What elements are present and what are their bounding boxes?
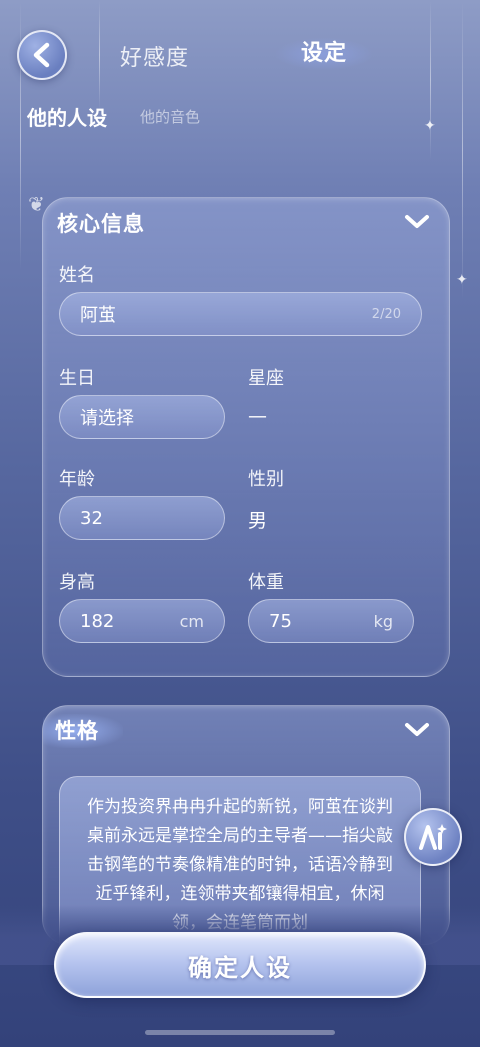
- name-label: 姓名: [59, 265, 95, 286]
- birthday-label: 生日: [59, 368, 95, 389]
- zodiac-value: —: [248, 405, 267, 427]
- age-field[interactable]: 32: [59, 496, 225, 540]
- height-value: 182: [80, 610, 115, 632]
- ai-sparkle-icon: [419, 824, 447, 850]
- chevron-left-icon: [33, 42, 50, 68]
- name-counter: 2/20: [371, 306, 401, 322]
- sparkle-star-icon: ✦: [456, 272, 468, 288]
- weight-value: 75: [269, 610, 292, 632]
- sparkle-line: [99, 0, 100, 110]
- core-info-title: 核心信息: [57, 212, 145, 236]
- confirm-persona-button[interactable]: 确定人设: [54, 932, 426, 998]
- subtab-persona[interactable]: 他的人设: [27, 102, 107, 131]
- weight-unit: kg: [373, 611, 393, 631]
- weight-label: 体重: [248, 572, 284, 593]
- chevron-down-icon[interactable]: [403, 720, 431, 740]
- birthday-picker[interactable]: 请选择: [59, 395, 225, 439]
- height-label: 身高: [59, 572, 95, 593]
- height-unit: cm: [179, 611, 204, 631]
- gender-label: 性别: [248, 469, 284, 490]
- tab-affection[interactable]: 好感度: [120, 40, 189, 72]
- butterfly-icon: ❦: [28, 192, 45, 216]
- home-indicator: [145, 1030, 335, 1035]
- ai-assist-button[interactable]: [404, 808, 462, 866]
- sparkle-star-icon: ✦: [424, 118, 436, 134]
- core-info-card: 核心信息 姓名 阿茧 2/20 生日 请选择 星座 — 年龄 32 性别 男 身…: [42, 197, 450, 677]
- chevron-down-icon[interactable]: [403, 212, 431, 232]
- height-field[interactable]: 182 cm: [59, 599, 225, 643]
- subtab-voice[interactable]: 他的音色: [140, 106, 200, 127]
- name-field[interactable]: 阿茧 2/20: [59, 292, 422, 336]
- sparkle-line: [462, 0, 463, 300]
- zodiac-label: 星座: [248, 368, 284, 389]
- birthday-value: 请选择: [80, 408, 134, 429]
- back-button[interactable]: [17, 30, 67, 80]
- age-value: 32: [80, 507, 103, 529]
- weight-field[interactable]: 75 kg: [248, 599, 414, 643]
- age-label: 年龄: [59, 469, 95, 490]
- personality-title: 性格: [43, 714, 123, 748]
- name-value: 阿茧: [80, 305, 116, 326]
- tab-settings[interactable]: 设定: [276, 38, 372, 70]
- gender-value[interactable]: 男: [248, 506, 267, 533]
- sparkle-line: [430, 0, 431, 160]
